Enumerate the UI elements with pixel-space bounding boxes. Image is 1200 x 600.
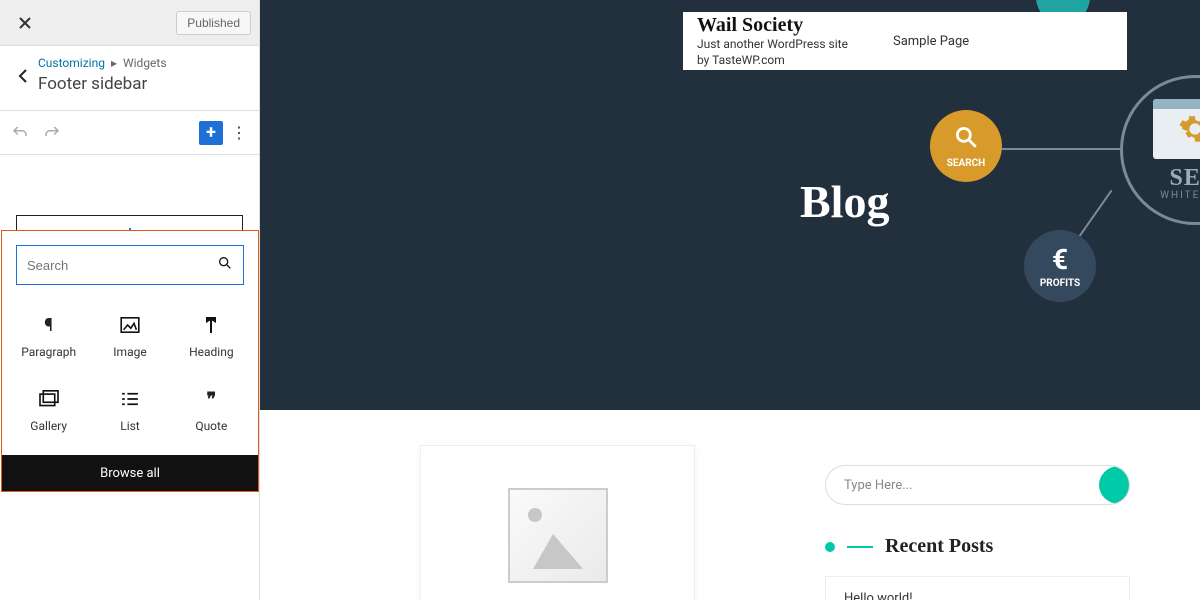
block-label: Paragraph <box>21 345 76 359</box>
back-button[interactable] <box>10 62 38 90</box>
hero-seo-node: SEO WHITE HAT <box>1120 75 1200 225</box>
block-label: Gallery <box>30 419 67 433</box>
block-search-input[interactable] <box>27 258 217 273</box>
block-label: List <box>120 419 140 433</box>
block-list[interactable]: List <box>89 375 170 445</box>
block-gallery[interactable]: Gallery <box>8 375 89 445</box>
recent-posts-heading: Recent Posts <box>885 535 993 558</box>
breadcrumb-root[interactable]: Customizing <box>38 56 105 70</box>
gallery-icon <box>37 387 61 411</box>
post-card[interactable] <box>420 445 695 600</box>
block-inserter-popover: ¶ Paragraph Image Heading <box>1 230 259 492</box>
recent-post-item[interactable]: Hello world! <box>825 576 1130 600</box>
block-quote[interactable]: ❞ Quote <box>171 375 252 445</box>
quote-icon: ❞ <box>199 387 223 411</box>
hero-node-profits: € PROFITS <box>1024 230 1096 302</box>
block-paragraph[interactable]: ¶ Paragraph <box>8 301 89 371</box>
sidebar-search[interactable]: Type Here... <box>825 465 1130 505</box>
breadcrumb-leaf: Widgets <box>123 56 167 70</box>
heading-icon <box>199 313 223 337</box>
options-button[interactable]: ⋮ <box>227 121 251 145</box>
close-button[interactable] <box>8 6 42 40</box>
block-label: Heading <box>189 345 234 359</box>
redo-button[interactable] <box>40 121 64 145</box>
search-placeholder: Type Here... <box>844 478 913 493</box>
breadcrumb-sep: ▸ <box>111 56 117 70</box>
nav-link-sample[interactable]: Sample Page <box>893 34 969 49</box>
image-placeholder-icon <box>508 488 608 583</box>
block-image[interactable]: Image <box>89 301 170 371</box>
breadcrumb: Customizing ▸ Widgets <box>38 56 167 70</box>
block-heading[interactable]: Heading <box>171 301 252 371</box>
paragraph-icon: ¶ <box>37 313 61 337</box>
seo-subtitle: WHITE HAT <box>1160 190 1200 201</box>
hero-node-search: SEARCH <box>930 110 1002 182</box>
heading-dot-icon <box>825 542 835 552</box>
site-title[interactable]: Wail Society <box>697 14 848 37</box>
browse-all-button[interactable]: Browse all <box>2 455 258 491</box>
site-tagline: Just another WordPress site by TasteWP.c… <box>697 37 848 68</box>
section-title: Footer sidebar <box>38 74 167 94</box>
heading-line-icon <box>847 546 873 548</box>
seo-title: SEO <box>1169 165 1200 192</box>
preview-pane: SEO WHITE HAT SEARCH € PROFITS ANALYSIS <box>260 0 1200 600</box>
add-block-button[interactable]: + <box>199 121 223 145</box>
image-icon <box>118 313 142 337</box>
search-icon <box>217 255 233 275</box>
list-icon <box>118 387 142 411</box>
undo-button[interactable] <box>8 121 32 145</box>
publish-button[interactable]: Published <box>176 11 251 35</box>
site-header: Wail Society Just another WordPress site… <box>683 12 1127 70</box>
search-submit-button[interactable] <box>1099 466 1130 504</box>
block-label: Quote <box>195 419 227 433</box>
block-label: Image <box>113 345 146 359</box>
hero-title: Blog <box>800 175 889 228</box>
